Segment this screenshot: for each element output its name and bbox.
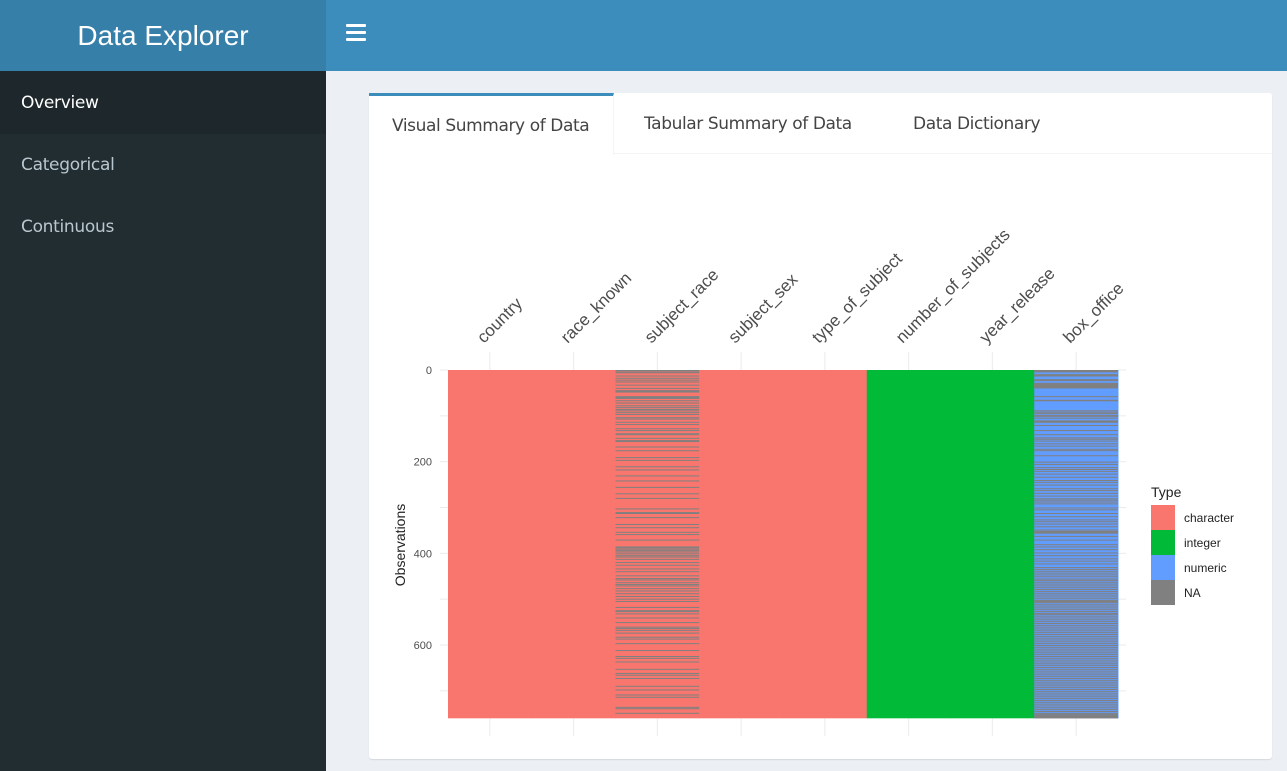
tab-box: Visual Summary of Data Tabular Summary o… (369, 93, 1272, 759)
app-root: Data Explorer Overview Categorical Conti… (0, 0, 1287, 771)
sidebar-item-overview[interactable]: Overview (0, 71, 326, 134)
app-logo-title[interactable]: Data Explorer (0, 0, 326, 71)
sidebar-item-categorical[interactable]: Categorical (0, 134, 326, 196)
sidebar: Overview Categorical Continuous (0, 71, 326, 771)
tab-data-dictionary[interactable]: Data Dictionary (890, 93, 1063, 154)
tab-tabular-summary[interactable]: Tabular Summary of Data (614, 93, 890, 154)
main-content: Visual Summary of Data Tabular Summary o… (326, 71, 1287, 771)
tab-visual-summary[interactable]: Visual Summary of Data (369, 93, 614, 155)
top-navbar (326, 0, 1287, 71)
hamburger-menu-icon[interactable] (346, 24, 366, 46)
tab-bar: Visual Summary of Data Tabular Summary o… (369, 93, 1272, 155)
sidebar-item-continuous[interactable]: Continuous (0, 196, 326, 258)
